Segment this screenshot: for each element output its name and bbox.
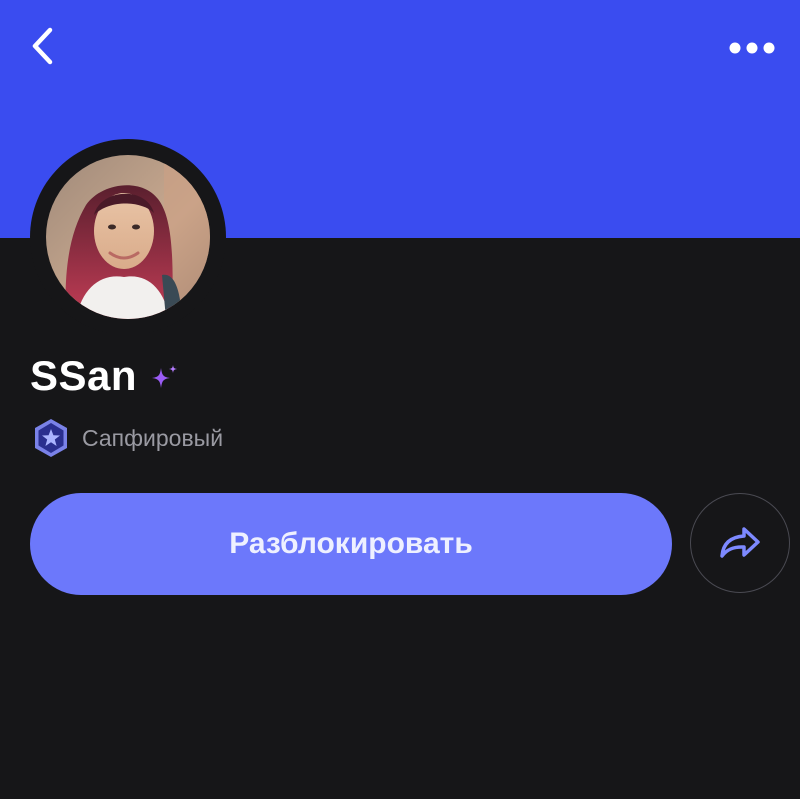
more-options-button[interactable] (722, 26, 782, 70)
sapphire-star-badge-icon (32, 418, 70, 458)
unlock-button[interactable]: Разблокировать (30, 493, 672, 595)
tier-label: Сапфировый (82, 424, 224, 451)
profile-name: SSan (30, 352, 138, 399)
profile-name-row: SSan (30, 352, 179, 400)
sparkle-icon (149, 363, 179, 393)
back-button[interactable] (18, 20, 66, 72)
avatar-photo (46, 155, 210, 319)
unlock-button-label: Разблокировать (229, 527, 473, 560)
profile-screen: SSan Сапфировый Разблокировать (0, 0, 800, 799)
avatar[interactable] (46, 155, 210, 319)
share-button[interactable] (690, 493, 790, 593)
more-horizontal-icon (729, 42, 775, 54)
chevron-left-icon (32, 27, 53, 65)
share-arrow-icon (720, 527, 760, 558)
tier-row: Сапфировый (32, 418, 223, 458)
avatar-frame (30, 139, 226, 335)
